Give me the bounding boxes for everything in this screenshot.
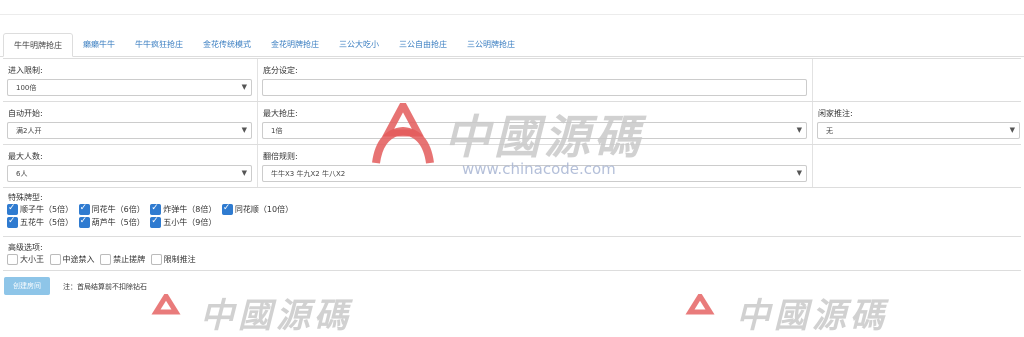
special-card-tonghuashun[interactable]: 同花顺（10倍） xyxy=(221,203,293,215)
create-room-note: 注：首局结算前不扣除钻石 xyxy=(63,283,147,291)
idle-push-label: 闲家推注: xyxy=(818,109,853,118)
create-room-button[interactable]: 创建房间 xyxy=(4,277,50,295)
advanced-label: 高级选项: xyxy=(8,243,43,252)
tab-nn-crazy[interactable]: 牛牛疯狂抢庄 xyxy=(125,33,193,57)
advanced-group: 大小王 中途禁入 禁止搓牌 限制推注 xyxy=(7,254,337,267)
max-players-cell: 最大人数: 6人 ▼ xyxy=(3,145,258,187)
entry-limit-select[interactable]: 100倍 ▼ xyxy=(7,79,252,96)
watermark-text: 中國源碼 xyxy=(444,110,644,164)
checkmark-icon xyxy=(78,203,90,215)
checkmark-icon xyxy=(7,216,18,228)
entry-limit-label: 进入限制: xyxy=(8,66,43,75)
checkbox-icon xyxy=(100,254,112,265)
chevron-down-icon: ▼ xyxy=(796,126,802,134)
special-cards-label: 特殊牌型: xyxy=(8,193,43,202)
chevron-down-icon: ▼ xyxy=(241,83,247,91)
divider xyxy=(3,270,1021,272)
base-score-cell: 底分设定: xyxy=(258,59,813,101)
chevron-down-icon: ▼ xyxy=(796,169,802,177)
entry-limit-value: 100倍 xyxy=(16,84,37,92)
tab-bar: 牛牛明牌抢庄 癞癞牛牛 牛牛疯狂抢庄 金花传统模式 金花明牌抢庄 三公大吃小 三… xyxy=(0,33,1024,57)
chevron-down-icon: ▼ xyxy=(1009,126,1015,134)
chevron-down-icon: ▼ xyxy=(241,169,247,177)
tab-sangong-free[interactable]: 三公自由抢庄 xyxy=(389,33,457,57)
special-card-wuxiao[interactable]: 五小牛（9倍） xyxy=(150,216,216,228)
watermark-logo-icon xyxy=(372,103,434,164)
chevron-down-icon: ▼ xyxy=(241,126,247,134)
checkmark-icon xyxy=(150,203,162,215)
max-players-select[interactable]: 6人 ▼ xyxy=(7,165,252,182)
watermark-logo-icon xyxy=(685,294,715,315)
tab-jinhua-mingpai[interactable]: 金花明牌抢庄 xyxy=(261,33,329,57)
tab-sangong-mingpai[interactable]: 三公明牌抢庄 xyxy=(457,33,525,57)
checkmark-icon xyxy=(221,203,233,215)
watermark-url: www.chinacode.com xyxy=(462,160,616,178)
advanced-no-midjoin[interactable]: 中途禁入 xyxy=(49,254,95,265)
form-row-1: 进入限制: 100倍 ▼ 底分设定: xyxy=(3,58,1021,101)
auto-start-value: 满2人开 xyxy=(16,127,42,135)
tab-jinhua-classic[interactable]: 金花传统模式 xyxy=(193,33,261,57)
checkmark-icon xyxy=(150,216,162,228)
max-players-value: 6人 xyxy=(16,170,28,178)
special-cards-row: 特殊牌型: 顺子牛（5倍） 同花牛（6倍） 炸弹牛（8倍） 同花顺（10倍） 五… xyxy=(3,187,1021,236)
tab-sangong-big[interactable]: 三公大吃小 xyxy=(329,33,389,57)
auto-start-label: 自动开始: xyxy=(8,109,43,118)
auto-start-cell: 自动开始: 满2人开 ▼ xyxy=(3,102,258,144)
idle-push-select[interactable]: 无 ▼ xyxy=(817,122,1020,139)
top-divider xyxy=(0,14,1024,15)
special-cards-group: 顺子牛（5倍） 同花牛（6倍） 炸弹牛（8倍） 同花顺（10倍） 五花牛（5倍）… xyxy=(7,203,337,230)
special-card-shunzi[interactable]: 顺子牛（5倍） xyxy=(7,203,73,215)
multiplier-rule-label: 翻倍规则: xyxy=(263,152,298,161)
special-card-tonghua[interactable]: 同花牛（6倍） xyxy=(78,203,145,215)
entry-limit-cell: 进入限制: 100倍 ▼ xyxy=(3,59,258,101)
idle-push-cell: 闲家推注: 无 ▼ xyxy=(813,102,1021,144)
special-card-wuhua[interactable]: 五花牛（5倍） xyxy=(7,216,73,228)
watermark-logo-icon xyxy=(151,294,181,315)
checkbox-icon xyxy=(150,254,162,265)
tab-nn-mingpai[interactable]: 牛牛明牌抢庄 xyxy=(3,33,73,57)
max-banker-value: 1倍 xyxy=(271,127,283,135)
auto-start-select[interactable]: 满2人开 ▼ xyxy=(7,122,252,139)
advanced-row: 高级选项: 大小王 中途禁入 禁止搓牌 限制推注 xyxy=(3,236,1021,271)
base-score-label: 底分设定: xyxy=(263,66,298,75)
checkbox-icon xyxy=(49,254,61,265)
max-players-label: 最大人数: xyxy=(8,152,43,161)
checkbox-icon xyxy=(7,254,18,265)
checkmark-icon xyxy=(7,203,18,215)
base-score-input[interactable] xyxy=(262,79,807,96)
tab-laizi-nn[interactable]: 癞癞牛牛 xyxy=(73,33,125,57)
advanced-limit-push[interactable]: 限制推注 xyxy=(150,254,196,265)
advanced-joker[interactable]: 大小王 xyxy=(7,254,44,265)
multiplier-rule-value: 牛牛X3 牛九X2 牛八X2 xyxy=(271,170,346,178)
advanced-no-rub[interactable]: 禁止搓牌 xyxy=(100,254,145,265)
special-card-zhadan[interactable]: 炸弹牛（8倍） xyxy=(150,203,216,215)
special-card-hulu[interactable]: 葫芦牛（5倍） xyxy=(78,216,145,228)
checkmark-icon xyxy=(78,216,90,228)
max-banker-label: 最大抢庄: xyxy=(263,109,298,118)
idle-push-value: 无 xyxy=(826,127,833,135)
